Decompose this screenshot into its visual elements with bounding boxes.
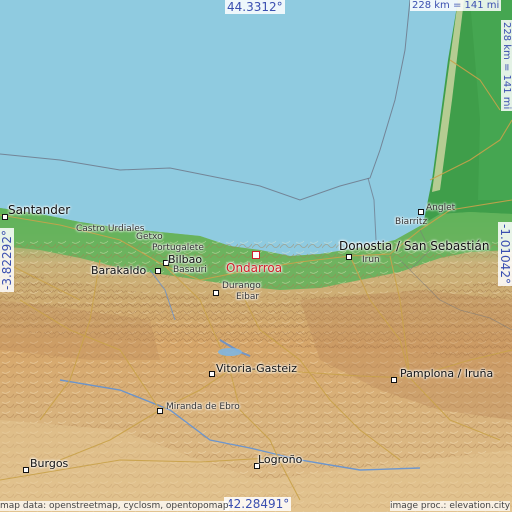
scale-horizontal: 228 km = 141 mi <box>410 0 502 11</box>
label-santander[interactable]: Santander <box>8 204 70 216</box>
map-view[interactable]: Ondarroa Santander Castro Urdiales Getxo… <box>0 0 512 512</box>
label-pamplona[interactable]: Pamplona / Iruña <box>400 368 493 379</box>
attribution-left: map data: openstreetmap, cyclosm, opento… <box>0 501 229 511</box>
marker-burgos[interactable] <box>23 467 29 473</box>
label-logrono[interactable]: Logroño <box>258 454 302 465</box>
marker-barakaldo[interactable] <box>155 268 161 274</box>
marker-vitoria[interactable] <box>209 371 215 377</box>
label-durango[interactable]: Durango <box>222 282 261 291</box>
label-vitoria[interactable]: Vitoria-Gasteiz <box>216 363 297 374</box>
label-barakaldo[interactable]: Barakaldo <box>91 265 146 276</box>
label-getxo[interactable]: Getxo <box>136 233 163 242</box>
attribution-right: image proc.: elevation.city <box>390 501 511 511</box>
label-castro-urdiales[interactable]: Castro Urdiales <box>76 225 144 234</box>
label-anglet[interactable]: Anglet <box>426 204 455 213</box>
marker-durango[interactable] <box>213 290 219 296</box>
main-place-label[interactable]: Ondarroa <box>226 261 282 275</box>
marker-anglet[interactable] <box>418 209 424 215</box>
scale-vertical: 228 km = 141 mi <box>501 20 512 112</box>
label-burgos[interactable]: Burgos <box>30 458 68 469</box>
coordinate-left: -3.82292° <box>0 228 14 292</box>
coordinate-top: 44.3312° <box>225 0 285 14</box>
label-donostia[interactable]: Donostia / San Sebastián <box>339 240 489 252</box>
label-basauri[interactable]: Basauri <box>173 266 207 275</box>
coordinate-right: -1.01042° <box>498 222 512 286</box>
marker-miranda[interactable] <box>157 408 163 414</box>
reservoir <box>218 348 242 356</box>
label-miranda[interactable]: Miranda de Ebro <box>166 403 240 412</box>
label-bilbao[interactable]: Bilbao <box>168 254 202 265</box>
label-portugalete[interactable]: Portugalete <box>152 244 204 253</box>
label-biarritz[interactable]: Biarritz <box>395 218 427 227</box>
marker-donostia[interactable] <box>346 254 352 260</box>
main-place-marker[interactable] <box>252 251 260 259</box>
coordinate-bottom: 42.28491° <box>224 497 292 511</box>
label-eibar[interactable]: Eibar <box>236 293 259 302</box>
label-irun[interactable]: Irun <box>362 256 380 265</box>
marker-pamplona[interactable] <box>391 377 397 383</box>
